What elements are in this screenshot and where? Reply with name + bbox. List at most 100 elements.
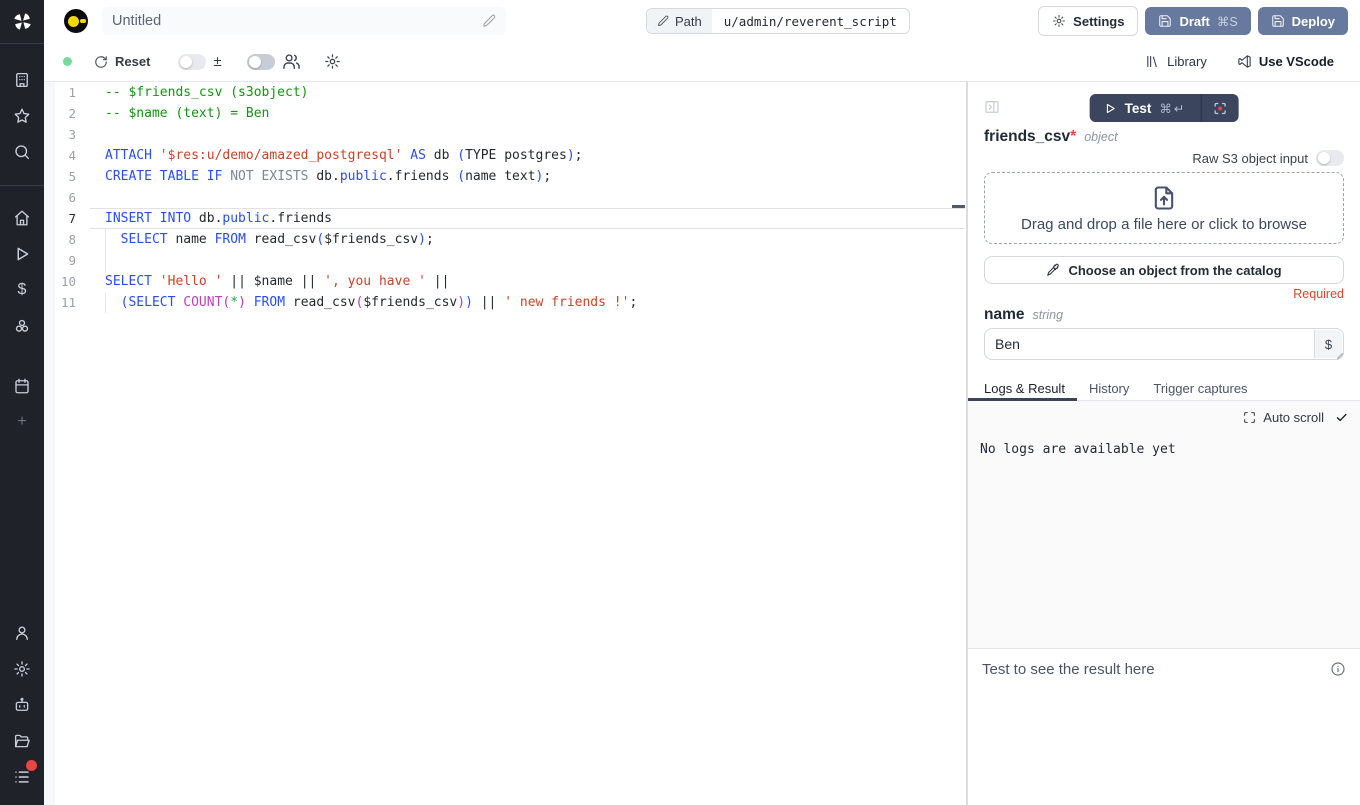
reset-button[interactable]: Reset <box>94 54 150 69</box>
path-label: Path <box>675 14 702 29</box>
duckdb-language-icon[interactable] <box>64 9 88 33</box>
sidebar-item-workspace-settings[interactable] <box>0 651 44 687</box>
sidebar-item-home[interactable] <box>0 200 44 236</box>
path-control[interactable]: Path u/admin/reverent_script <box>646 8 910 34</box>
sidebar-group-top <box>0 62 44 170</box>
code-editor[interactable]: 1-- $friends_csv (s3object)2-- $name (te… <box>44 82 966 805</box>
expand-icon <box>1243 411 1256 424</box>
status-dot <box>63 57 72 66</box>
deploy-button[interactable]: Deploy <box>1258 7 1348 35</box>
script-title-input[interactable]: Untitled <box>102 7 506 35</box>
code-line-8: 8 SELECT name FROM read_csv($friends_csv… <box>44 229 966 250</box>
search-icon <box>13 143 31 161</box>
result-zone: Test to see the result here <box>968 649 1360 805</box>
capture-button[interactable] <box>1201 94 1238 122</box>
list-icon <box>13 768 31 786</box>
sidebar-divider <box>0 185 44 186</box>
notification-badge <box>26 760 37 771</box>
sidebar-item-schedules[interactable] <box>0 368 44 404</box>
logs-panel: Auto scroll No logs are available yet <box>968 401 1360 649</box>
reset-label: Reset <box>115 54 150 69</box>
code-line-7: 7INSERT INTO db.public.friends <box>44 208 966 229</box>
vscode-label: Use VScode <box>1259 54 1334 69</box>
draft-button[interactable]: Draft ⌘S <box>1145 7 1250 35</box>
sidebar-item-resources[interactable] <box>0 308 44 344</box>
settings-button[interactable]: Settings <box>1038 6 1138 36</box>
test-button-group: Test ⌘↵ <box>1090 94 1239 122</box>
settings-label: Settings <box>1073 14 1124 29</box>
arg-type: object <box>1084 130 1117 144</box>
sidebar-item-folders[interactable] <box>0 723 44 759</box>
windmill-logo[interactable] <box>0 0 44 44</box>
tab-logs-result[interactable]: Logs & Result <box>968 376 1077 400</box>
code-line-5: 5CREATE TABLE IF NOT EXISTS db.public.fr… <box>44 166 966 187</box>
file-upload-icon <box>1150 184 1178 212</box>
draft-shortcut: ⌘S <box>1217 14 1238 29</box>
app: $ + Untitled Path u/admin/reverent_scrip… <box>0 0 1360 805</box>
diff-toggle[interactable] <box>178 54 206 70</box>
topbar-actions: Settings Draft ⌘S Deploy <box>1038 6 1348 36</box>
sidebar-item-workspace[interactable] <box>0 62 44 98</box>
sidebar-item-account[interactable] <box>0 615 44 651</box>
content: 1-- $friends_csv (s3object)2-- $name (te… <box>44 82 1360 805</box>
sidebar-item-runs[interactable] <box>0 236 44 272</box>
path-edit-button[interactable]: Path <box>647 9 712 33</box>
editor-toolbar: Reset ± Library Use VScode <box>44 42 1360 82</box>
star-icon <box>13 107 31 125</box>
code-line-6: 6 <box>44 187 966 208</box>
sidebar-item-favorites[interactable] <box>0 98 44 134</box>
code-line-3: 3 <box>44 124 966 145</box>
draft-label: Draft <box>1179 14 1209 29</box>
sidebar: $ + <box>0 0 44 805</box>
toolbar-right: Library Use VScode <box>1145 54 1334 69</box>
topbar: Untitled Path u/admin/reverent_script Se… <box>44 0 1360 42</box>
arg-type: string <box>1033 308 1064 322</box>
plus-minus-icon[interactable]: ± <box>213 54 221 69</box>
required-asterisk: * <box>1070 128 1076 145</box>
use-vscode-button[interactable]: Use VScode <box>1237 54 1334 69</box>
sidebar-group-add: + <box>0 404 44 440</box>
right-panel: Test ⌘↵ friends_csv* object <box>966 82 1360 805</box>
file-dropzone[interactable]: Drag and drop a file here or click to br… <box>984 172 1344 244</box>
multiplayer-toggle[interactable] <box>247 54 275 70</box>
vscode-icon <box>1237 54 1252 69</box>
collapse-panel-icon[interactable] <box>984 99 1000 115</box>
logs-empty-message: No logs are available yet <box>980 442 1348 457</box>
play-icon <box>1104 102 1117 115</box>
library-label: Library <box>1167 54 1207 69</box>
user-icon <box>13 624 31 642</box>
editor-settings-icon[interactable] <box>324 53 341 70</box>
choose-object-label: Choose an object from the catalog <box>1068 263 1281 278</box>
overview-ruler-cursor-mark <box>952 205 965 208</box>
sidebar-item-variables[interactable]: $ <box>0 272 44 308</box>
calendar-icon <box>13 377 31 395</box>
save-icon <box>1158 14 1172 28</box>
sidebar-item-audit-logs[interactable] <box>0 759 44 795</box>
raw-s3-row: Raw S3 object input <box>984 149 1344 167</box>
test-shortcut: ⌘↵ <box>1159 101 1186 116</box>
code-line-2: 2-- $name (text) = Ben <box>44 103 966 124</box>
inputs-form: Test ⌘↵ friends_csv* object <box>968 82 1360 376</box>
name-input[interactable]: Ben <box>985 329 1313 359</box>
tab-trigger-captures[interactable]: Trigger captures <box>1141 376 1259 400</box>
edit-title-icon[interactable] <box>482 14 496 28</box>
sidebar-item-search[interactable] <box>0 134 44 170</box>
auto-scroll-label: Auto scroll <box>1263 410 1324 425</box>
refresh-icon <box>94 55 108 69</box>
arg-name-header: name string <box>984 306 1344 324</box>
code-line-1: 1-- $friends_csv (s3object) <box>44 82 966 103</box>
play-icon <box>13 245 31 263</box>
choose-object-button[interactable]: Choose an object from the catalog <box>984 256 1344 284</box>
building-icon <box>13 71 31 89</box>
library-button[interactable]: Library <box>1145 54 1207 69</box>
test-button[interactable]: Test ⌘↵ <box>1090 94 1201 122</box>
gear-icon <box>13 660 31 678</box>
raw-s3-toggle[interactable] <box>1316 150 1344 166</box>
auto-scroll-control[interactable]: Auto scroll <box>980 410 1348 425</box>
sidebar-item-ai[interactable] <box>0 687 44 723</box>
robot-icon <box>13 696 31 714</box>
tab-history[interactable]: History <box>1077 376 1141 400</box>
sidebar-item-add-workspace[interactable]: + <box>0 404 44 440</box>
test-label: Test <box>1125 101 1152 116</box>
info-icon[interactable] <box>1330 661 1346 677</box>
